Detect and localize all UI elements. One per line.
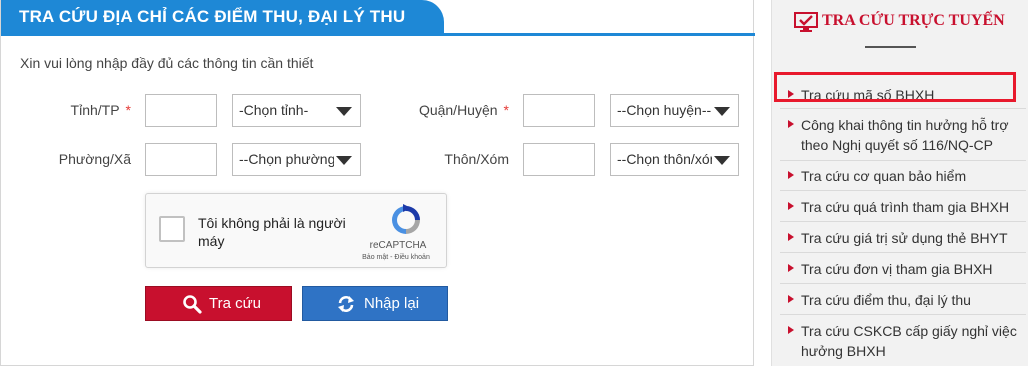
reset-button-label: Nhập lại xyxy=(364,295,420,312)
panel-header: TRA CỨU ĐỊA CHỈ CÁC ĐIỂM THU, ĐẠI LÝ THU xyxy=(1,0,755,36)
district-label: Quận/Huyện * xyxy=(381,102,509,118)
province-select[interactable]: -Chọn tỉnh- xyxy=(232,94,361,127)
district-code-input[interactable] xyxy=(523,94,595,127)
search-form-panel: TRA CỨU ĐỊA CHỈ CÁC ĐIỂM THU, ĐẠI LÝ THU… xyxy=(0,0,755,366)
divider xyxy=(780,314,1026,315)
hamlet-select-value: --Chọn thôn/xóm xyxy=(617,151,712,167)
reset-button[interactable]: Nhập lại xyxy=(302,286,448,321)
refresh-icon xyxy=(338,296,354,312)
search-button-label: Tra cứu xyxy=(209,295,261,312)
triangle-right-icon xyxy=(788,264,794,272)
triangle-right-icon xyxy=(788,171,794,179)
sidebar-title: TRA CỨU TRỰC TUYẾN xyxy=(794,11,1014,32)
caret-down-icon xyxy=(336,156,352,165)
hamlet-label: Thôn/Xóm xyxy=(381,151,509,167)
recaptcha-widget: Tôi không phải là người máy reCAPTCHA Bả… xyxy=(145,193,447,268)
sidebar-item-label: Tra cứu cơ quan bảo hiểm xyxy=(801,168,967,184)
divider xyxy=(780,252,1026,253)
recaptcha-label: Tôi không phải là người máy xyxy=(198,215,346,249)
recaptcha-links[interactable]: Bảo mật - Điều khoản xyxy=(351,254,441,261)
sidebar-item-label: Tra cứu đơn vị tham gia BHXH xyxy=(801,261,993,277)
recaptcha-logo-icon xyxy=(392,204,420,234)
required-mark: * xyxy=(125,102,131,118)
hamlet-label-text: Thôn/Xóm xyxy=(444,151,509,167)
sidebar-item-label: Tra cứu giá trị sử dụng thẻ BHYT xyxy=(801,230,1008,246)
recaptcha-brand: reCAPTCHA xyxy=(369,240,427,251)
province-code-input[interactable] xyxy=(145,94,217,127)
divider xyxy=(780,160,1026,161)
caret-down-icon xyxy=(714,107,730,116)
caret-down-icon xyxy=(714,156,730,165)
sidebar-item-label: Công khai thông tin hưởng hỗ trợ theo Ng… xyxy=(801,117,1009,153)
ward-label-text: Phường/Xã xyxy=(58,151,131,167)
province-label-text: Tỉnh/TP xyxy=(70,102,120,118)
ward-select-value: --Chọn phường/ xyxy=(239,151,334,167)
form-instructions: Xin vui lòng nhập đầy đủ các thông tin c… xyxy=(20,55,314,71)
triangle-right-icon xyxy=(788,326,794,334)
divider xyxy=(780,283,1026,284)
sidebar-title-text: TRA CỨU TRỰC TUYẾN xyxy=(822,12,1005,29)
caret-down-icon xyxy=(336,107,352,116)
search-icon xyxy=(183,295,202,314)
recaptcha-checkbox[interactable] xyxy=(159,216,185,242)
district-select-value: --Chọn huyện-- xyxy=(617,102,712,118)
hamlet-code-input[interactable] xyxy=(523,143,595,176)
sidebar-item-label: Tra cứu điểm thu, đại lý thu xyxy=(801,292,971,308)
triangle-right-icon xyxy=(788,233,794,241)
triangle-right-icon xyxy=(788,120,794,128)
ward-select[interactable]: --Chọn phường/ xyxy=(232,143,361,176)
required-mark: * xyxy=(503,102,509,118)
hamlet-select[interactable]: --Chọn thôn/xóm xyxy=(610,143,739,176)
sidebar-item-label: Tra cứu quá trình tham gia BHXH xyxy=(801,199,1010,215)
ward-code-input[interactable] xyxy=(145,143,217,176)
divider xyxy=(780,108,1026,109)
monitor-check-icon xyxy=(794,12,818,32)
district-label-text: Quận/Huyện xyxy=(418,102,498,118)
district-select[interactable]: --Chọn huyện-- xyxy=(610,94,739,127)
ward-label: Phường/Xã xyxy=(21,151,131,167)
triangle-right-icon xyxy=(788,295,794,303)
divider xyxy=(780,190,1026,191)
search-button[interactable]: Tra cứu xyxy=(145,286,292,321)
province-select-value: -Chọn tỉnh- xyxy=(239,102,309,118)
highlight-box xyxy=(774,72,1016,102)
triangle-right-icon xyxy=(788,202,794,210)
province-label: Tỉnh/TP * xyxy=(21,102,131,118)
divider xyxy=(780,221,1026,222)
online-lookup-sidebar: TRA CỨU TRỰC TUYẾN Tra cứu mã số BHXH Cô… xyxy=(771,0,1028,366)
title-divider xyxy=(865,46,916,48)
panel-title: TRA CỨU ĐỊA CHỈ CÁC ĐIỂM THU, ĐẠI LÝ THU xyxy=(1,0,444,33)
sidebar-item-label: Tra cứu CSKCB cấp giấy nghỉ việc hưởng B… xyxy=(801,323,1017,359)
